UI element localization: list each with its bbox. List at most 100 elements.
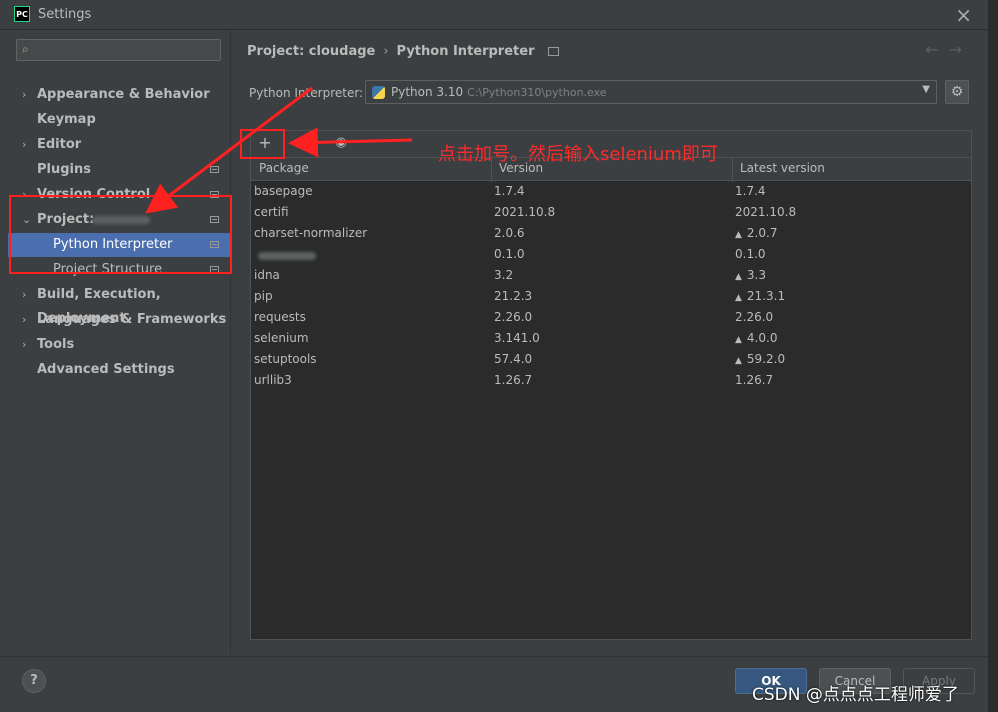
package-version: 2.0.6: [494, 226, 525, 240]
chevron-right-icon[interactable]: ›: [22, 133, 26, 157]
settings-sidebar: ⌕ › Appearance & Behavior Keymap › Editor Plu…: [8, 30, 230, 655]
latest-version-value: 1.7.4: [735, 184, 766, 198]
package-name: basepage: [254, 184, 313, 198]
package-latest-version: ▲ 2.0.7: [735, 226, 777, 240]
package-name: setuptools: [254, 352, 317, 366]
upgrade-arrow-icon[interactable]: ▲: [735, 293, 742, 303]
column-header-latest-version[interactable]: Latest version: [740, 161, 825, 175]
sidebar-item-label: Appearance & Behavior: [37, 87, 210, 102]
remove-package-button[interactable]: −: [305, 133, 325, 153]
title-bar: PC Settings ×: [0, 0, 988, 30]
table-row[interactable]: setuptools 57.4.0 ▲ 59.2.0: [251, 350, 971, 371]
breadcrumb-separator-icon: ›: [383, 44, 389, 59]
sidebar-item-label: Python Interpreter: [53, 237, 173, 252]
annotation-text: 点击加号。然后输入selenium即可: [438, 144, 718, 165]
latest-version-value: 1.26.7: [735, 373, 774, 387]
sidebar-item-build-execution-deployment[interactable]: › Build, Execution, Deployment: [8, 283, 230, 326]
chevron-down-icon: ▼: [922, 84, 930, 95]
sidebar-item-tools[interactable]: › Tools: [8, 333, 230, 357]
settings-search-input[interactable]: ⌕: [16, 39, 221, 61]
package-latest-version: 2.26.0: [735, 310, 773, 324]
sidebar-item-version-control[interactable]: › Version Control: [8, 183, 230, 207]
package-name: idna: [254, 268, 280, 282]
package-version: 1.7.4: [494, 184, 525, 198]
watermark: CSDN @点点点工程师爱了: [752, 685, 959, 705]
table-row[interactable]: 0.1.0 0.1.0: [251, 245, 971, 266]
project-level-icon: [210, 191, 219, 198]
package-name: certifi: [254, 205, 289, 219]
package-latest-version: 1.7.4: [735, 184, 766, 198]
sidebar-item-advanced-settings[interactable]: Advanced Settings: [8, 358, 230, 382]
breadcrumb-page: Python Interpreter: [396, 44, 535, 59]
interpreter-name: Python 3.10: [391, 85, 464, 99]
upgrade-arrow-icon[interactable]: ▲: [735, 356, 742, 366]
package-name: charset-normalizer: [254, 226, 368, 240]
chevron-down-icon[interactable]: ⌄: [22, 208, 31, 232]
interpreter-label: Python Interpreter:: [249, 86, 364, 100]
breadcrumb-project: Project: cloudage: [247, 44, 376, 59]
interpreter-path: C:\Python310\python.exe: [467, 86, 607, 99]
chevron-right-icon[interactable]: ›: [22, 83, 26, 107]
help-button[interactable]: ?: [22, 669, 46, 693]
sidebar-item-label: Project Structure: [53, 262, 163, 277]
sidebar-item-label: Advanced Settings: [37, 362, 175, 377]
sidebar-item-project-structure[interactable]: Project Structure: [8, 258, 230, 282]
sidebar-item-languages-frameworks[interactable]: › Languages & Frameworks: [8, 308, 230, 332]
table-row[interactable]: basepage 1.7.4 1.7.4: [251, 182, 971, 203]
project-level-icon: [210, 166, 219, 173]
sidebar-item-project[interactable]: ⌄ Project:: [8, 208, 230, 232]
latest-version-value: 21.3.1: [746, 289, 786, 303]
sidebar-item-label: Version Control: [37, 187, 151, 202]
package-version: 21.2.3: [494, 289, 533, 303]
column-divider: [732, 158, 733, 182]
upgrade-arrow-icon[interactable]: ▲: [735, 230, 742, 240]
navigation-arrows: ←→: [925, 40, 972, 59]
show-early-releases-icon[interactable]: ◉: [331, 133, 351, 153]
latest-version-value: 3.3: [746, 268, 767, 282]
table-row[interactable]: pip 21.2.3 ▲ 21.3.1: [251, 287, 971, 308]
chevron-right-icon[interactable]: ›: [22, 333, 26, 357]
back-arrow-icon[interactable]: ←: [925, 40, 948, 59]
sidebar-item-label: Languages & Frameworks: [37, 312, 227, 327]
package-name: pip: [254, 289, 273, 303]
interpreter-dropdown[interactable]: Python 3.10 C:\Python310\python.exe ▼: [365, 80, 937, 104]
redacted-project-name: [92, 216, 150, 224]
sidebar-item-label: Plugins: [37, 162, 91, 177]
table-row[interactable]: selenium 3.141.0 ▲ 4.0.0: [251, 329, 971, 350]
upgrade-arrow-icon[interactable]: ▲: [735, 335, 742, 345]
sidebar-item-keymap[interactable]: Keymap: [8, 108, 230, 132]
table-row[interactable]: urllib3 1.26.7 1.26.7: [251, 371, 971, 392]
sidebar-item-plugins[interactable]: Plugins: [8, 158, 230, 182]
chevron-right-icon[interactable]: ›: [22, 183, 26, 207]
forward-arrow-icon[interactable]: →: [949, 40, 972, 59]
package-name: selenium: [254, 331, 309, 345]
latest-version-value: 2.0.7: [746, 226, 778, 240]
table-row[interactable]: requests 2.26.0 2.26.0: [251, 308, 971, 329]
package-latest-version: ▲ 4.0.0: [735, 331, 777, 345]
upgrade-arrow-icon[interactable]: ▲: [735, 272, 742, 282]
add-package-button[interactable]: +: [255, 133, 275, 153]
latest-version-value: 4.0.0: [746, 331, 778, 345]
package-name: urllib3: [254, 373, 292, 387]
table-row[interactable]: idna 3.2 ▲ 3.3: [251, 266, 971, 287]
table-row[interactable]: charset-normalizer 2.0.6 ▲ 2.0.7: [251, 224, 971, 245]
close-icon[interactable]: ×: [955, 3, 972, 27]
sidebar-item-appearance-behavior[interactable]: › Appearance & Behavior: [8, 83, 230, 107]
window-title: Settings: [38, 7, 92, 22]
packages-panel: + − ◉ Package Version Latest version bas…: [250, 130, 972, 640]
package-latest-version: ▲ 21.3.1: [735, 289, 785, 303]
package-version: 0.1.0: [494, 247, 525, 261]
sidebar-item-label: Editor: [37, 137, 82, 152]
package-latest-version: 2021.10.8: [735, 205, 796, 219]
column-header-package[interactable]: Package: [259, 161, 309, 175]
package-version: 57.4.0: [494, 352, 533, 366]
sidebar-item-editor[interactable]: › Editor: [8, 133, 230, 157]
gear-icon[interactable]: ⚙: [945, 80, 969, 104]
project-level-icon: [210, 266, 219, 273]
sidebar-item-python-interpreter[interactable]: Python Interpreter: [8, 233, 230, 257]
project-level-icon: [548, 47, 560, 56]
chevron-right-icon[interactable]: ›: [22, 283, 26, 307]
chevron-right-icon[interactable]: ›: [22, 308, 26, 332]
latest-version-value: 2.26.0: [735, 310, 774, 324]
table-row[interactable]: certifi 2021.10.8 2021.10.8: [251, 203, 971, 224]
